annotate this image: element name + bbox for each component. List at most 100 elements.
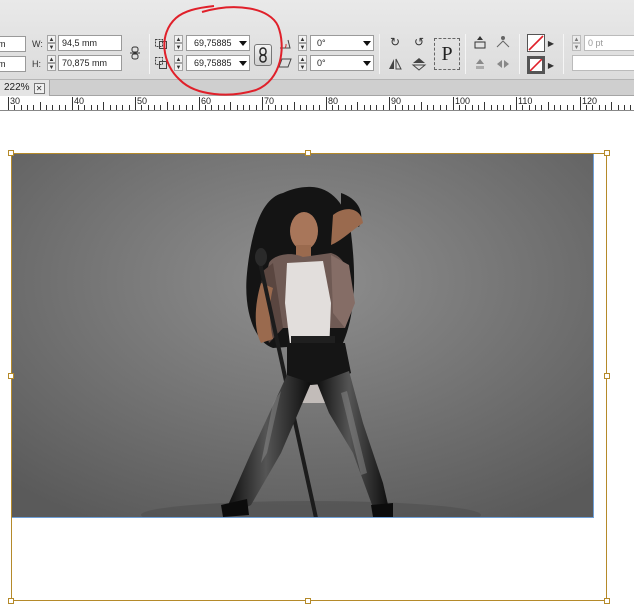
ruler-label: 110 bbox=[518, 96, 533, 106]
ruler-minor-tick bbox=[27, 105, 28, 110]
ruler-minor-tick bbox=[611, 102, 612, 110]
scale-y-stepper[interactable]: ▲ ▼ bbox=[174, 55, 183, 72]
x-field[interactable]: m bbox=[0, 36, 26, 52]
ruler-minor-tick bbox=[414, 105, 415, 110]
ruler-minor-tick bbox=[173, 105, 174, 110]
ruler-major-tick bbox=[326, 97, 327, 110]
dropdown-arrow-icon[interactable] bbox=[363, 61, 371, 66]
ruler-minor-tick bbox=[433, 105, 434, 110]
flip-vertical-icon[interactable] bbox=[411, 56, 427, 72]
ruler-minor-tick bbox=[52, 105, 53, 110]
scale-y-field[interactable]: 69,75885 bbox=[186, 55, 250, 71]
rotation-angle-icon bbox=[277, 35, 293, 51]
document-tab[interactable]: 222% ✕ bbox=[0, 80, 50, 96]
width-field[interactable]: 94,5 mm bbox=[58, 35, 122, 51]
ruler-minor-tick bbox=[332, 105, 333, 110]
constrain-scale-button[interactable] bbox=[254, 44, 272, 66]
ruler-minor-tick bbox=[224, 105, 225, 110]
shear-stepper[interactable]: ▲ ▼ bbox=[298, 55, 307, 72]
stroke-type-field[interactable] bbox=[572, 55, 634, 71]
stroke-weight-stepper[interactable]: ▲ ▼ bbox=[572, 35, 581, 52]
dropdown-arrow-icon[interactable] bbox=[239, 61, 247, 66]
stroke-menu-arrow-icon[interactable]: ▶ bbox=[546, 58, 556, 74]
scale-x-field[interactable]: 69,75885 bbox=[186, 35, 250, 51]
select-container-icon[interactable] bbox=[472, 34, 488, 50]
flip-horizontal-icon[interactable] bbox=[387, 56, 403, 72]
separator bbox=[149, 34, 150, 74]
ruler-major-tick bbox=[389, 97, 390, 110]
select-content-icon[interactable] bbox=[495, 34, 511, 50]
ruler-minor-tick bbox=[541, 105, 542, 110]
close-icon[interactable]: ✕ bbox=[33, 82, 45, 94]
ruler-minor-tick bbox=[402, 105, 403, 110]
shear-field[interactable]: 0° bbox=[310, 55, 374, 71]
ruler-minor-tick bbox=[129, 105, 130, 110]
ruler-minor-tick bbox=[376, 105, 377, 110]
resize-handle-bottom-left[interactable] bbox=[8, 598, 14, 604]
select-next-object-icon[interactable] bbox=[495, 56, 511, 72]
ruler-minor-tick bbox=[160, 105, 161, 110]
flip-glyph: P bbox=[441, 43, 453, 65]
ruler-minor-tick bbox=[205, 105, 206, 110]
ruler-minor-tick bbox=[59, 105, 60, 110]
ruler-minor-tick bbox=[116, 105, 117, 110]
ruler-minor-tick bbox=[427, 105, 428, 110]
resize-handle-bottom-right[interactable] bbox=[604, 598, 610, 604]
resize-handle-top-left[interactable] bbox=[8, 150, 14, 156]
ruler-major-tick bbox=[8, 97, 9, 110]
rotate-counterclockwise-icon[interactable]: ↺ bbox=[411, 34, 427, 50]
ruler-label: 40 bbox=[74, 96, 85, 106]
dropdown-arrow-icon[interactable] bbox=[239, 41, 247, 46]
frame-bounding-box[interactable] bbox=[11, 153, 607, 601]
separator bbox=[379, 34, 380, 74]
select-previous-object-icon[interactable] bbox=[472, 56, 488, 72]
ruler-minor-tick bbox=[14, 105, 15, 110]
horizontal-ruler[interactable]: 30 40 50 60 70 80 90 100 110 120 bbox=[0, 96, 634, 111]
resize-handle-middle-left[interactable] bbox=[8, 373, 14, 379]
document-canvas[interactable] bbox=[0, 111, 634, 612]
y-field[interactable]: m bbox=[0, 56, 26, 72]
resize-handle-middle-right[interactable] bbox=[604, 373, 610, 379]
fill-menu-arrow-icon[interactable]: ▶ bbox=[546, 36, 556, 52]
ruler-minor-tick bbox=[78, 105, 79, 110]
ruler-minor-tick bbox=[319, 105, 320, 110]
rotate-clockwise-icon[interactable]: ↻ bbox=[387, 34, 403, 50]
rotate-stepper[interactable]: ▲ ▼ bbox=[298, 35, 307, 52]
ruler-minor-tick bbox=[91, 105, 92, 110]
stroke-weight-field[interactable]: 0 pt bbox=[584, 35, 634, 51]
dropdown-arrow-icon[interactable] bbox=[363, 41, 371, 46]
ruler-minor-tick bbox=[491, 105, 492, 110]
ruler-minor-tick bbox=[535, 105, 536, 110]
ruler-minor-tick bbox=[179, 105, 180, 110]
height-field[interactable]: 70,875 mm bbox=[58, 55, 122, 71]
h-stepper[interactable]: ▲ ▼ bbox=[47, 55, 56, 72]
resize-handle-top-right[interactable] bbox=[604, 150, 610, 156]
ruler-minor-tick bbox=[275, 105, 276, 110]
w-stepper[interactable]: ▲ ▼ bbox=[47, 35, 56, 52]
separator bbox=[563, 34, 564, 74]
ruler-minor-tick bbox=[313, 105, 314, 110]
ruler-minor-tick bbox=[40, 102, 41, 110]
ruler-minor-tick bbox=[287, 105, 288, 110]
ruler-minor-tick bbox=[465, 105, 466, 110]
ruler-major-tick bbox=[516, 97, 517, 110]
ruler-minor-tick bbox=[370, 105, 371, 110]
ruler-minor-tick bbox=[21, 105, 22, 110]
ruler-minor-tick bbox=[33, 105, 34, 110]
ruler-label: 60 bbox=[201, 96, 212, 106]
ruler-minor-tick bbox=[351, 105, 352, 110]
ruler-major-tick bbox=[262, 97, 263, 110]
constrain-proportions-icon[interactable] bbox=[127, 45, 143, 61]
ruler-label: 50 bbox=[137, 96, 148, 106]
fill-none-swatch-icon[interactable] bbox=[527, 34, 545, 52]
stroke-none-swatch-icon[interactable] bbox=[527, 56, 545, 74]
ruler-minor-tick bbox=[586, 105, 587, 110]
scale-x-stepper[interactable]: ▲ ▼ bbox=[174, 35, 183, 52]
resize-handle-top-center[interactable] bbox=[305, 150, 311, 156]
ruler-minor-tick bbox=[110, 105, 111, 110]
ruler-minor-tick bbox=[97, 105, 98, 110]
ruler-label: 120 bbox=[582, 96, 598, 106]
ruler-label: 90 bbox=[391, 96, 402, 106]
rotate-field[interactable]: 0° bbox=[310, 35, 374, 51]
resize-handle-bottom-center[interactable] bbox=[305, 598, 311, 604]
